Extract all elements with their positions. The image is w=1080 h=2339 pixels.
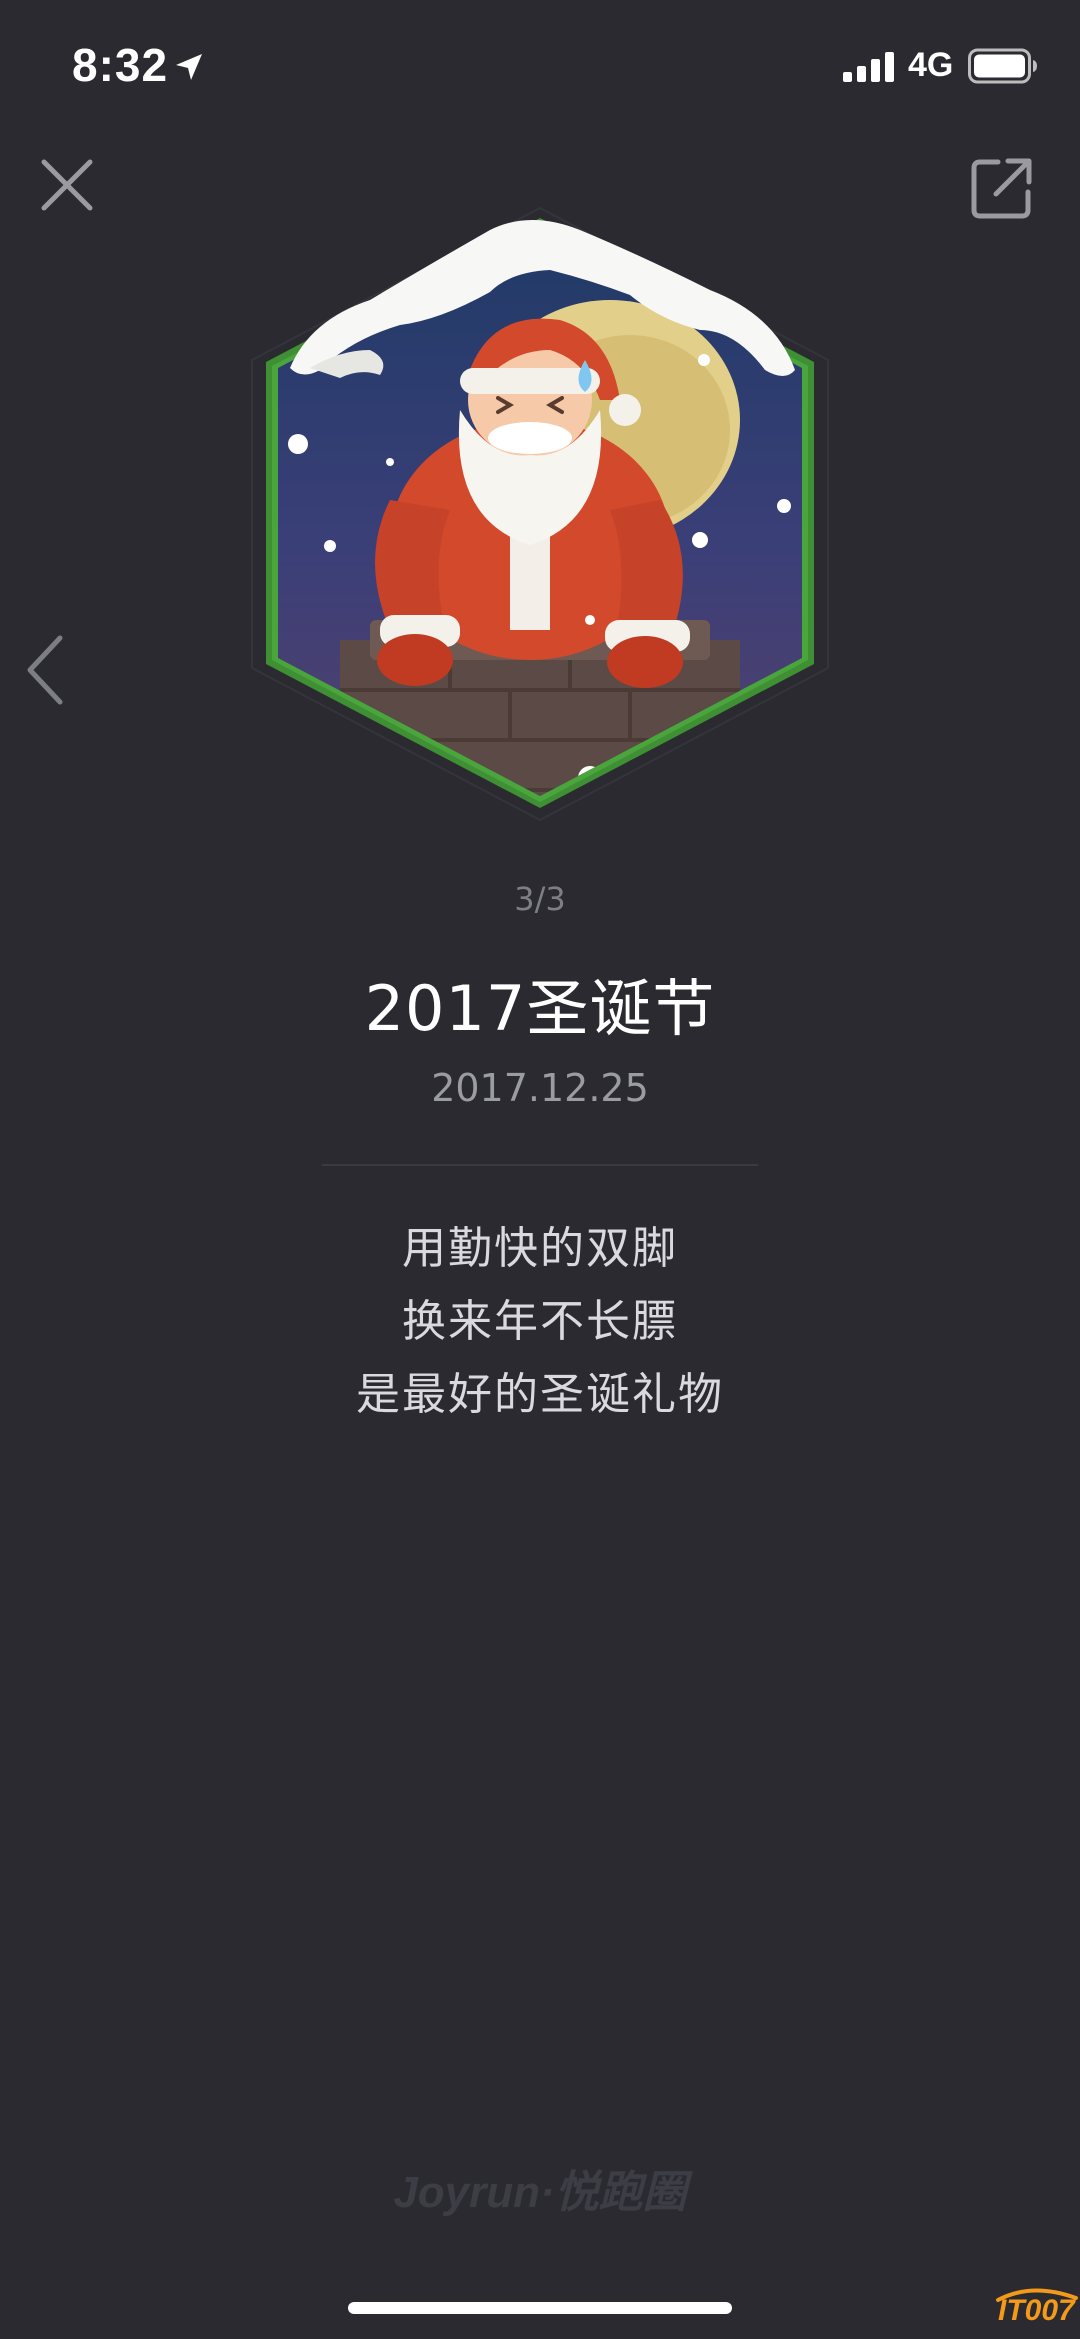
share-external-icon	[971, 158, 1032, 219]
corner-logo-text: IT007	[998, 2294, 1075, 2327]
corner-watermark-logo: IT007	[992, 2284, 1080, 2339]
chevron-left-icon	[27, 635, 63, 705]
christmas-badge-image	[251, 206, 829, 822]
previous-badge-button[interactable]	[20, 630, 70, 710]
description-line: 换来年不长膘	[402, 1296, 678, 1347]
badge-date: 2017.12.25	[431, 1066, 649, 1110]
description-line: 是最好的圣诞礼物	[356, 1369, 724, 1420]
share-button[interactable]	[968, 154, 1036, 222]
status-time: 8:32	[72, 39, 169, 91]
divider	[322, 1164, 758, 1166]
home-indicator	[348, 2302, 732, 2314]
signal-bars-icon	[843, 52, 894, 82]
close-icon	[41, 159, 93, 211]
brand-watermark: Joyrun·悦跑圈	[393, 2168, 687, 2217]
description-line: 用勤快的双脚	[402, 1223, 678, 1274]
badge-detail-screen: 8:32 4G 3/3 2017圣诞节 2017.12.25 用勤快的双脚 换来…	[0, 0, 1080, 2339]
page-indicator: 3/3	[514, 880, 566, 918]
status-bar: 8:32 4G	[0, 0, 1080, 132]
network-type: 4G	[908, 46, 954, 84]
battery-icon	[968, 48, 1037, 84]
close-button[interactable]	[36, 154, 98, 216]
location-arrow-icon	[176, 54, 202, 80]
badge-title: 2017圣诞节	[364, 972, 716, 1045]
badge-description: 用勤快的双脚 换来年不长膘 是最好的圣诞礼物	[0, 1212, 1080, 1431]
